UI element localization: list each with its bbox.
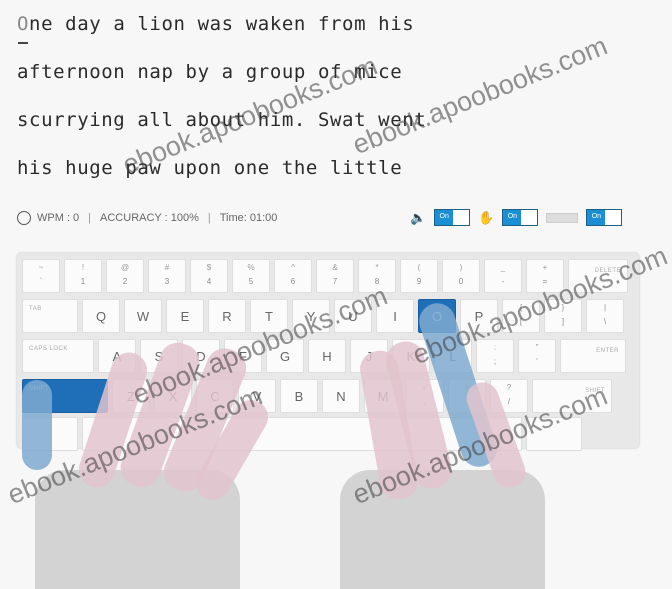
speaker-icon: 🔈 [410, 210, 427, 225]
key-e[interactable]: E [166, 299, 204, 333]
keyboard-toggle[interactable]: On [586, 209, 623, 226]
toggle-state: On [435, 210, 454, 225]
settings-controls: 🔈 On ✋ On On [410, 209, 623, 226]
key-shift-label: @ [120, 263, 130, 272]
keyboard-row-numbers: ~ `! 1 @2 #3 $4% 5 ^ 6 & 7 * 8(9) 0 _ - + = delete [22, 259, 628, 293]
key[interactable]: ) 0 [442, 259, 480, 293]
key[interactable]: @2 [106, 259, 144, 293]
key-shift-label: % [247, 263, 255, 272]
key-label: enter [596, 348, 619, 354]
key-caps-lock[interactable]: caps lock [22, 339, 94, 373]
key-label: ] [561, 317, 565, 326]
key[interactable]: & 7 [316, 259, 354, 293]
key-shift-label: | [603, 303, 607, 312]
key-label: 1 [80, 277, 86, 286]
key-n[interactable]: N [322, 379, 360, 413]
key-shift-label: ( [417, 263, 421, 272]
key-label: - [501, 277, 505, 286]
key-shift-label: ! [81, 263, 85, 272]
key-tab[interactable]: tab [22, 299, 78, 333]
key-shift-label: " [535, 343, 539, 352]
key[interactable]: ~ ` [22, 259, 60, 293]
key-label: 3 [164, 277, 170, 286]
key-label: H [322, 349, 332, 364]
key-label: 5 [248, 277, 254, 286]
key[interactable]: _ - [484, 259, 522, 293]
key-shift-label: + [542, 263, 548, 272]
key-label: ` [39, 277, 43, 286]
key[interactable]: $4 [190, 259, 228, 293]
key-shift-label: $ [206, 263, 212, 272]
key-label: 2 [122, 277, 128, 286]
key-label: B [294, 389, 304, 404]
key-label: ' [536, 357, 538, 366]
key-label: 6 [290, 277, 296, 286]
key-shift-label: # [164, 263, 170, 272]
key-enter[interactable]: enter [560, 339, 626, 373]
speedometer-icon [17, 211, 31, 225]
key-label: N [336, 389, 346, 404]
hands-toggle[interactable]: On [502, 209, 539, 226]
key-label: 0 [458, 277, 464, 286]
key-label: W [136, 309, 150, 324]
key[interactable]: " ' [518, 339, 556, 373]
key-shift-label: * [375, 263, 379, 272]
time-readout: Time: 01:00 [219, 212, 278, 224]
key[interactable]: ^ 6 [274, 259, 312, 293]
key-label: \ [603, 317, 607, 326]
divider: | [207, 212, 211, 224]
key-label: 4 [206, 277, 212, 286]
accuracy-readout: ACCURACY : 100% [100, 212, 199, 224]
key-r[interactable]: R [208, 299, 246, 333]
key-shift-label: & [332, 263, 338, 272]
key-label: tab [29, 306, 42, 312]
passage-line-text: ne day a lion was waken from his [29, 13, 415, 35]
key-shift-label: ~ [38, 263, 44, 272]
wpm-readout: WPM : 0 [37, 212, 80, 224]
current-character: O [17, 13, 30, 35]
key-shift-label: ^ [291, 263, 295, 272]
divider: | [88, 212, 92, 224]
passage-line: scurrying all about him. Swat went [17, 109, 427, 131]
keyboard-icon [546, 212, 579, 223]
toggle-state: On [587, 210, 606, 225]
left-shift-finger [22, 380, 52, 470]
passage-line: his huge paw upon one the little [17, 157, 403, 179]
hands-icon: ✋ [478, 210, 495, 225]
key[interactable]: ! 1 [64, 259, 102, 293]
key-label: caps lock [29, 346, 68, 352]
key-shift-label: ) [459, 263, 463, 272]
key-h[interactable]: H [308, 339, 346, 373]
key-label: 7 [332, 277, 338, 286]
key[interactable]: #3 [148, 259, 186, 293]
key-label: 9 [416, 277, 422, 286]
typing-passage: One day a lion was waken from his aftern… [17, 8, 657, 200]
key[interactable]: | \ [586, 299, 624, 333]
stats-bar: WPM : 0 | ACCURACY : 100% | Time: 01:00 [17, 208, 277, 228]
sound-toggle[interactable]: On [434, 209, 471, 226]
toggle-state: On [503, 210, 522, 225]
key-w[interactable]: W [124, 299, 162, 333]
key-b[interactable]: B [280, 379, 318, 413]
key-label: ; [493, 357, 497, 366]
key[interactable]: (9 [400, 259, 438, 293]
key-label: E [180, 309, 190, 324]
key-q[interactable]: Q [82, 299, 120, 333]
key-label: Q [95, 309, 107, 324]
key-shift-label: _ [500, 263, 506, 272]
key[interactable]: % 5 [232, 259, 270, 293]
key-label: R [222, 309, 232, 324]
